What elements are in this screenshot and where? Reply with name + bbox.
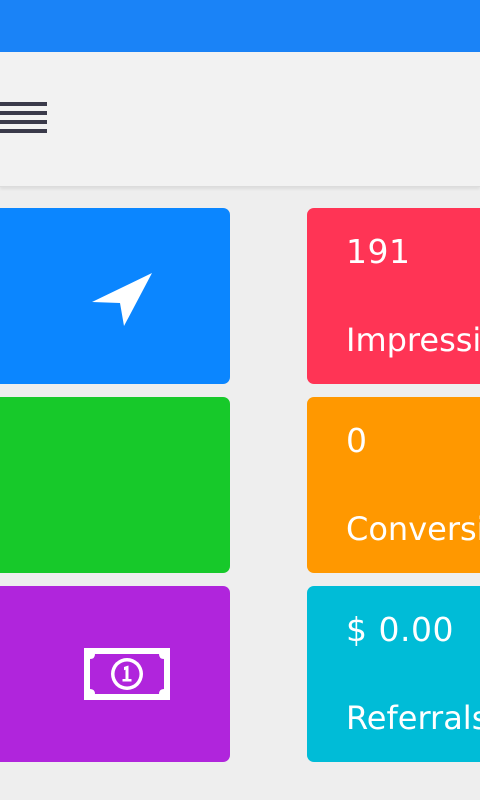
navigation-arrow-icon	[90, 271, 154, 331]
referrals-value: $ 0.00	[346, 610, 454, 649]
menu-button[interactable]	[0, 98, 48, 138]
conversions-value: 0	[346, 421, 368, 460]
money-bill-icon	[84, 648, 170, 704]
green-tile[interactable]	[0, 397, 230, 573]
status-bar	[0, 0, 480, 52]
referrals-label: Referrals	[346, 699, 480, 737]
conversions-label: Conversions	[346, 510, 480, 548]
referrals-tile[interactable]: $ 0.00 Referrals	[307, 586, 480, 762]
impressions-value: 191	[346, 232, 411, 271]
impressions-tile[interactable]: 191 Impressions	[307, 208, 480, 384]
navigate-tile[interactable]	[0, 208, 230, 384]
toolbar	[0, 52, 480, 187]
hamburger-menu-icon	[0, 98, 48, 138]
earnings-tile[interactable]	[0, 586, 230, 762]
impressions-label: Impressions	[346, 321, 480, 359]
conversions-tile[interactable]: 0 Conversions	[307, 397, 480, 573]
